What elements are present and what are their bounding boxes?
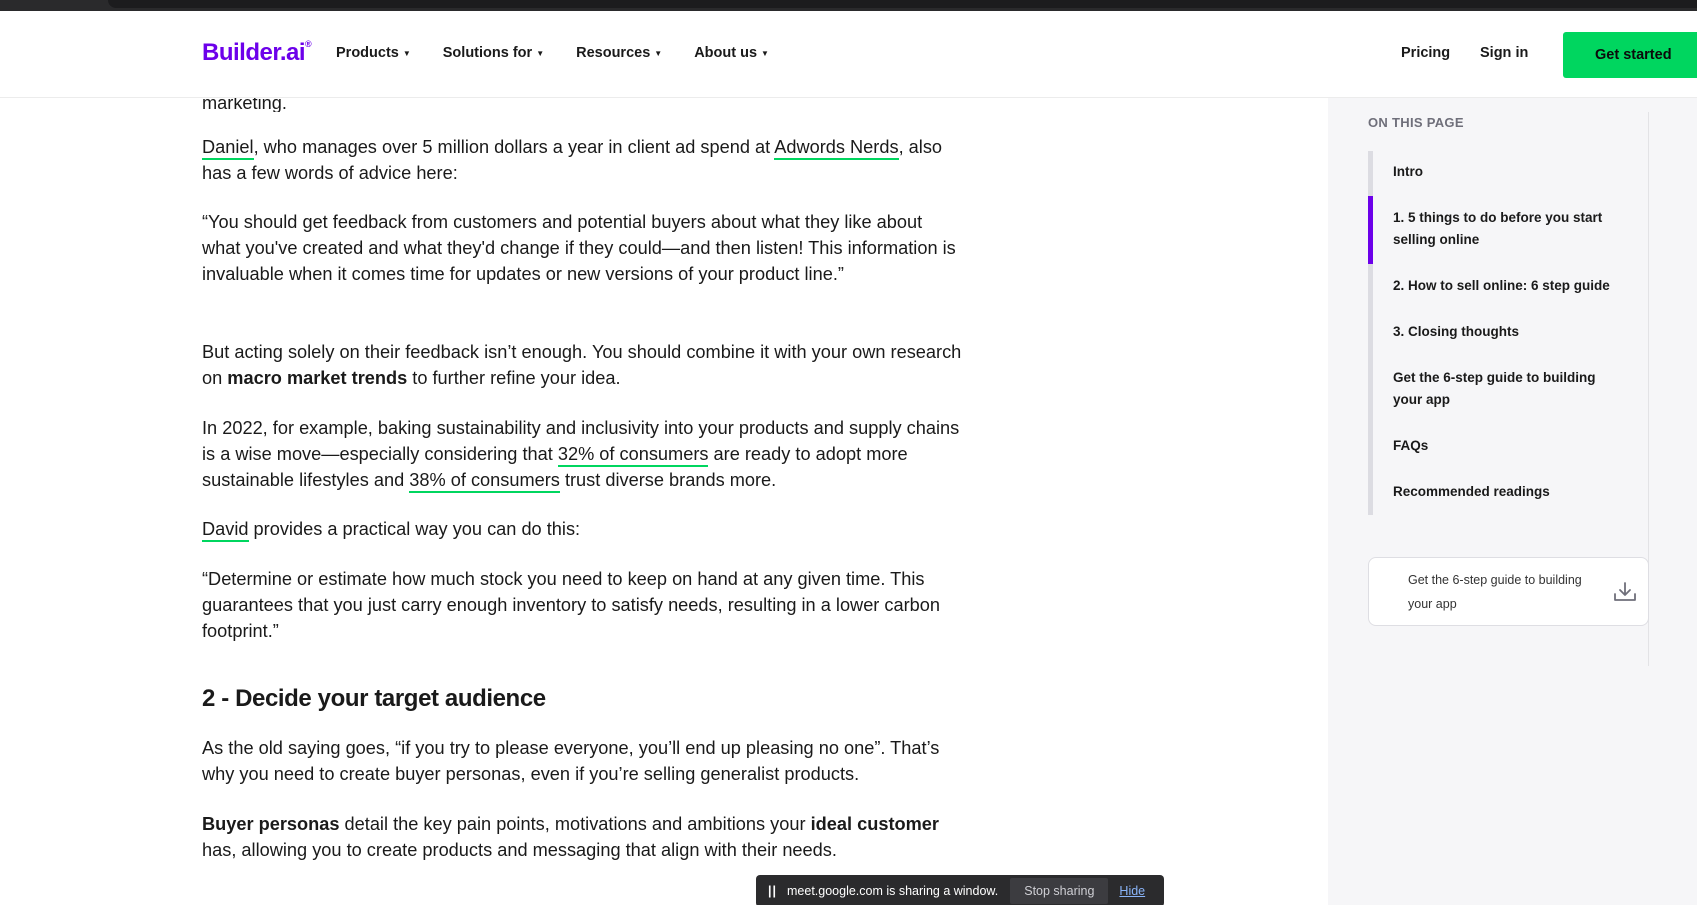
main-nav: Products ▼ Solutions for ▼ Resources ▼ Abou… — [336, 45, 801, 61]
browser-tab-area — [108, 0, 1697, 8]
paragraph-buyer-intro: As the old saying goes, “if you try to p… — [202, 738, 940, 784]
toc-item-faqs[interactable]: FAQs — [1393, 435, 1628, 457]
toc-item-closing[interactable]: 3. Closing thoughts — [1393, 321, 1628, 343]
toc-item-guide[interactable]: Get the 6-step guide to building your ap… — [1393, 367, 1628, 411]
chevron-down-icon: ▼ — [761, 48, 769, 58]
stop-sharing-button[interactable]: Stop sharing — [1010, 878, 1109, 904]
toc-sidebar: ON THIS PAGE Intro 1. 5 things to do bef… — [1328, 98, 1697, 905]
link-adwords-nerds[interactable]: Adwords Nerds — [774, 137, 899, 160]
pause-icon: || — [768, 884, 777, 898]
nav-products[interactable]: Products ▼ — [336, 45, 411, 61]
link-38-percent[interactable]: 38% of consumers — [409, 470, 560, 493]
toc-item-how-to-sell[interactable]: 2. How to sell online: 6 step guide — [1393, 275, 1628, 297]
toc-active-indicator — [1368, 196, 1373, 264]
share-message: meet.google.com is sharing a window. — [787, 884, 999, 898]
paragraph-quote-feedback: “You should get feedback from customers … — [202, 212, 956, 284]
chevron-down-icon: ▼ — [654, 48, 663, 58]
section-heading: 2 - Decide your target audience — [202, 685, 546, 712]
nav-resources[interactable]: Resources ▼ — [576, 45, 662, 61]
toc-item-intro[interactable]: Intro — [1393, 161, 1628, 183]
paragraph-quote-stock: “Determine or estimate how much stock yo… — [202, 569, 941, 641]
chevron-down-icon: ▼ — [402, 48, 411, 58]
paragraph-sustainability: In 2022, for example, baking sustainabil… — [202, 415, 962, 493]
link-daniel[interactable]: Daniel — [202, 137, 254, 160]
site-header: Builder.ai® Products ▼ Solutions for ▼ Res… — [0, 11, 1697, 98]
chevron-down-icon: ▼ — [536, 48, 545, 58]
link-david[interactable]: David — [202, 519, 249, 542]
toc-item-5-things[interactable]: 1. 5 things to do before you start selli… — [1393, 207, 1628, 251]
link-32-percent[interactable]: 32% of consumers — [557, 444, 709, 467]
download-icon[interactable] — [1612, 580, 1638, 604]
browser-top-strip — [0, 0, 1697, 11]
paragraph-david: David provides a practical way you can d… — [202, 516, 962, 542]
builder-logo[interactable]: Builder.ai® — [202, 39, 312, 67]
paragraph-market-trends: But acting solely on their feedback isn’… — [202, 342, 962, 388]
toc-title: ON THIS PAGE — [1368, 115, 1464, 130]
download-guide-card[interactable]: Get the 6-step guide to building your ap… — [1368, 557, 1649, 626]
hide-link[interactable]: Hide — [1119, 884, 1145, 898]
nav-about[interactable]: About us ▼ — [694, 45, 769, 61]
download-guide-label: Get the 6-step guide to building your ap… — [1408, 573, 1582, 611]
paragraph-daniel: Daniel, who manages over 5 million dolla… — [202, 137, 943, 183]
toc-item-readings[interactable]: Recommended readings — [1393, 481, 1628, 503]
paragraph-buyer-personas: Buyer personas detail the key pain point… — [202, 814, 939, 860]
clipped-paragraph: marketing. — [202, 98, 287, 112]
pricing-link[interactable]: Pricing — [1401, 45, 1450, 61]
get-started-button[interactable]: Get started — [1563, 32, 1697, 78]
screen-share-bar: || meet.google.com is sharing a window. … — [756, 875, 1164, 905]
nav-solutions[interactable]: Solutions for ▼ — [443, 45, 544, 61]
signin-link[interactable]: Sign in — [1480, 45, 1528, 61]
